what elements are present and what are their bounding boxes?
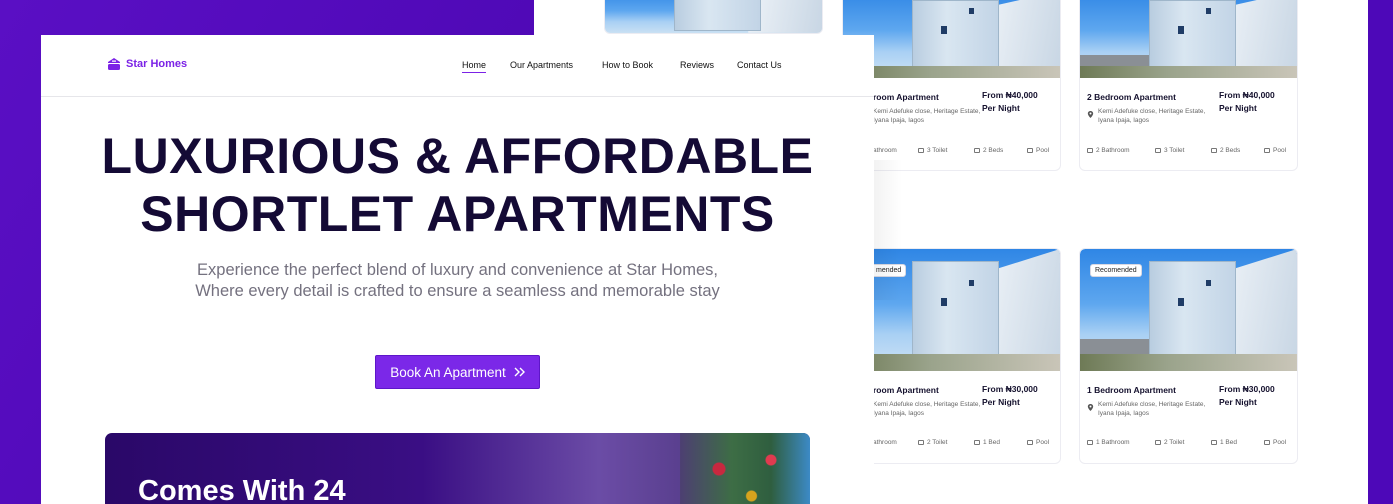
brand-name: Star Homes — [126, 58, 188, 70]
toilet-icon — [918, 440, 924, 445]
apartment-price: From ₦30,000 — [1219, 384, 1275, 394]
nav-home[interactable]: Home — [462, 60, 487, 73]
apartment-per-night: Per Night — [982, 397, 1020, 407]
feature-bathroom: athroom — [873, 439, 897, 446]
feature-beds: 1 Bed — [1211, 439, 1237, 446]
feature-pool: Pool — [1264, 439, 1286, 446]
location-pin-icon — [1087, 111, 1094, 118]
nav-our-apartments[interactable]: Our Apartments — [510, 60, 573, 70]
pool-icon — [1027, 148, 1033, 153]
location-pin-icon — [1087, 404, 1094, 411]
bed-icon — [974, 440, 980, 445]
apartment-card[interactable]: Recomended 1 Bedroom Apartment From ₦30,… — [1079, 248, 1298, 464]
apartment-address: Kemi Adefuke close, Heritage Estate, Iya… — [873, 108, 981, 124]
bathtub-icon — [1087, 148, 1093, 153]
apartment-photo — [843, 0, 1060, 78]
chevrons-right-icon — [514, 367, 525, 377]
apartment-address: Kemi Adefuke close, Heritage Estate, Iya… — [1098, 401, 1206, 417]
pool-icon — [1027, 440, 1033, 445]
nav-contact-us[interactable]: Contact Us — [737, 60, 782, 70]
feature-pool: Pool — [1264, 147, 1286, 154]
feature-toilet: 2 Toilet — [918, 439, 947, 446]
feature-pool: Pool — [1027, 439, 1049, 446]
feature-beds: 2 Beds — [1211, 147, 1240, 154]
feature-toilet: 3 Toilet — [918, 147, 947, 154]
apartment-price: From ₦40,000 — [982, 90, 1038, 100]
navbar: Star Homes Home Our Apartments How to Bo… — [41, 35, 874, 97]
nav-how-to-book[interactable]: How to Book — [602, 60, 653, 70]
apartment-price: From ₦30,000 — [982, 384, 1038, 394]
feature-toilet: 2 Toilet — [1155, 439, 1184, 446]
home-logo-icon — [108, 58, 120, 70]
nav-reviews[interactable]: Reviews — [680, 60, 714, 70]
apartment-address: Kemi Adefuke close, Heritage Estate, Iya… — [1098, 108, 1206, 124]
apartment-title: 2 Bedroom Apartment — [1087, 92, 1176, 102]
recommended-badge: Recomended — [1090, 264, 1142, 277]
apartment-title: room Apartment — [873, 385, 939, 395]
feature-bathroom: 1 Bathroom — [1087, 439, 1130, 446]
toilet-icon — [918, 148, 924, 153]
apartment-per-night: Per Night — [1219, 103, 1257, 113]
feature-bathroom: 2 Bathroom — [1087, 147, 1130, 154]
bathtub-icon — [1087, 440, 1093, 445]
book-apartment-button[interactable]: Book An Apartment — [375, 355, 540, 389]
feature-banner: Comes With 24 — [105, 433, 810, 504]
apartment-address: Kemi Adefuke close, Heritage Estate, Iya… — [873, 401, 981, 417]
toilet-icon — [1155, 440, 1161, 445]
feature-pool: Pool — [1027, 147, 1049, 154]
pool-icon — [1264, 148, 1270, 153]
feature-beds: 1 Bed — [974, 439, 1000, 446]
hero-title-line1: LUXURIOUS & AFFORDABLE — [101, 128, 814, 184]
bed-icon — [974, 148, 980, 153]
bed-icon — [1211, 440, 1217, 445]
logo[interactable]: Star Homes — [106, 57, 187, 71]
apartment-price: From ₦40,000 — [1219, 90, 1275, 100]
book-apartment-label: Book An Apartment — [390, 364, 506, 380]
hero-title-line2: SHORTLET APARTMENTS — [140, 186, 775, 242]
apartment-card[interactable]: 2 Bedroom Apartment From ₦40,000 Per Nig… — [1079, 0, 1298, 171]
pool-icon — [1264, 440, 1270, 445]
background-purple-right — [1368, 0, 1393, 504]
hero-subtitle: Experience the perfect blend of luxury a… — [195, 261, 720, 300]
apartment-photo — [605, 0, 822, 33]
apartment-title: room Apartment — [873, 92, 939, 102]
top-photo-card[interactable] — [604, 0, 823, 34]
apartment-per-night: Per Night — [982, 103, 1020, 113]
plants-image — [680, 433, 810, 504]
bed-icon — [1211, 148, 1217, 153]
feature-bathroom: athroom — [873, 147, 897, 154]
apartment-title: 1 Bedroom Apartment — [1087, 385, 1176, 395]
toilet-icon — [1155, 148, 1161, 153]
feature-beds: 2 Beds — [974, 147, 1003, 154]
feature-toilet: 3 Toilet — [1155, 147, 1184, 154]
landing-page: Star Homes Home Our Apartments How to Bo… — [41, 35, 874, 504]
apartment-per-night: Per Night — [1219, 397, 1257, 407]
feature-title: Comes With 24 — [138, 475, 346, 504]
apartment-card[interactable]: room Apartment From ₦40,000 Per Night Ke… — [842, 0, 1061, 171]
hero-title: LUXURIOUS & AFFORDABLE SHORTLET APARTMEN… — [41, 127, 874, 243]
apartment-photo — [1080, 0, 1297, 78]
